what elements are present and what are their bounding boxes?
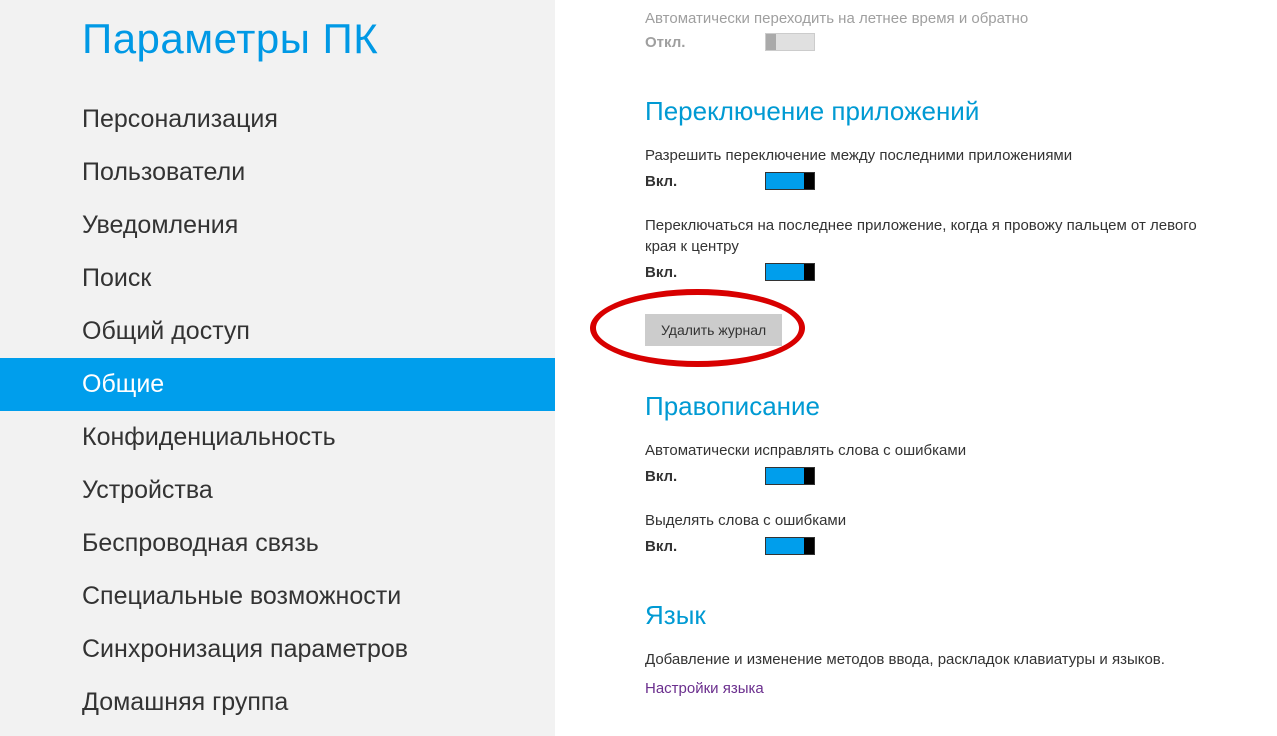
sidebar-item-wireless[interactable]: Беспроводная связь xyxy=(0,517,555,570)
allow-switch-state-label: Вкл. xyxy=(645,173,685,190)
sidebar: Параметры ПК Персонализация Пользователи… xyxy=(0,0,555,736)
sidebar-item-privacy[interactable]: Конфиденциальность xyxy=(0,411,555,464)
sidebar-item-accessibility[interactable]: Специальные возможности xyxy=(0,570,555,623)
delete-log-button[interactable]: Удалить журнал xyxy=(645,314,782,346)
edge-swipe-setting: Переключаться на последнее приложение, к… xyxy=(645,215,1217,281)
sidebar-item-general[interactable]: Общие xyxy=(0,358,555,411)
sidebar-item-users[interactable]: Пользователи xyxy=(0,146,555,199)
spelling-heading: Правописание xyxy=(645,391,1217,422)
highlight-toggle[interactable] xyxy=(765,537,815,555)
sidebar-item-homegroup[interactable]: Домашняя группа xyxy=(0,676,555,729)
delete-log-wrapper: Удалить журнал xyxy=(645,314,782,346)
edge-swipe-state-label: Вкл. xyxy=(645,264,685,281)
dst-state-label: Откл. xyxy=(645,34,685,51)
highlight-setting: Выделять слова с ошибками Вкл. xyxy=(645,510,1217,555)
sidebar-item-sharing[interactable]: Общий доступ xyxy=(0,305,555,358)
allow-switch-setting: Разрешить переключение между последними … xyxy=(645,145,1217,190)
language-settings-link[interactable]: Настройки языка xyxy=(645,680,764,697)
dst-setting: Автоматически переходить на летнее время… xyxy=(645,10,1217,51)
edge-swipe-description: Переключаться на последнее приложение, к… xyxy=(645,215,1217,257)
autocorrect-toggle[interactable] xyxy=(765,467,815,485)
content-panel: Автоматически переходить на летнее время… xyxy=(555,0,1277,736)
language-heading: Язык xyxy=(645,600,1217,631)
autocorrect-state-label: Вкл. xyxy=(645,468,685,485)
autocorrect-setting: Автоматически исправлять слова с ошибкам… xyxy=(645,440,1217,485)
allow-switch-description: Разрешить переключение между последними … xyxy=(645,145,1217,166)
highlight-description: Выделять слова с ошибками xyxy=(645,510,1217,531)
sidebar-item-sync[interactable]: Синхронизация параметров xyxy=(0,623,555,676)
sidebar-item-devices[interactable]: Устройства xyxy=(0,464,555,517)
language-description: Добавление и изменение методов ввода, ра… xyxy=(645,649,1217,670)
edge-swipe-toggle[interactable] xyxy=(765,263,815,281)
allow-switch-toggle[interactable] xyxy=(765,172,815,190)
app-switching-heading: Переключение приложений xyxy=(645,96,1217,127)
dst-description: Автоматически переходить на летнее время… xyxy=(645,10,1217,27)
autocorrect-description: Автоматически исправлять слова с ошибкам… xyxy=(645,440,1217,461)
sidebar-item-personalization[interactable]: Персонализация xyxy=(0,93,555,146)
dst-toggle[interactable] xyxy=(765,33,815,51)
sidebar-item-search[interactable]: Поиск xyxy=(0,252,555,305)
highlight-state-label: Вкл. xyxy=(645,538,685,555)
page-title: Параметры ПК xyxy=(0,15,555,93)
sidebar-item-notifications[interactable]: Уведомления xyxy=(0,199,555,252)
